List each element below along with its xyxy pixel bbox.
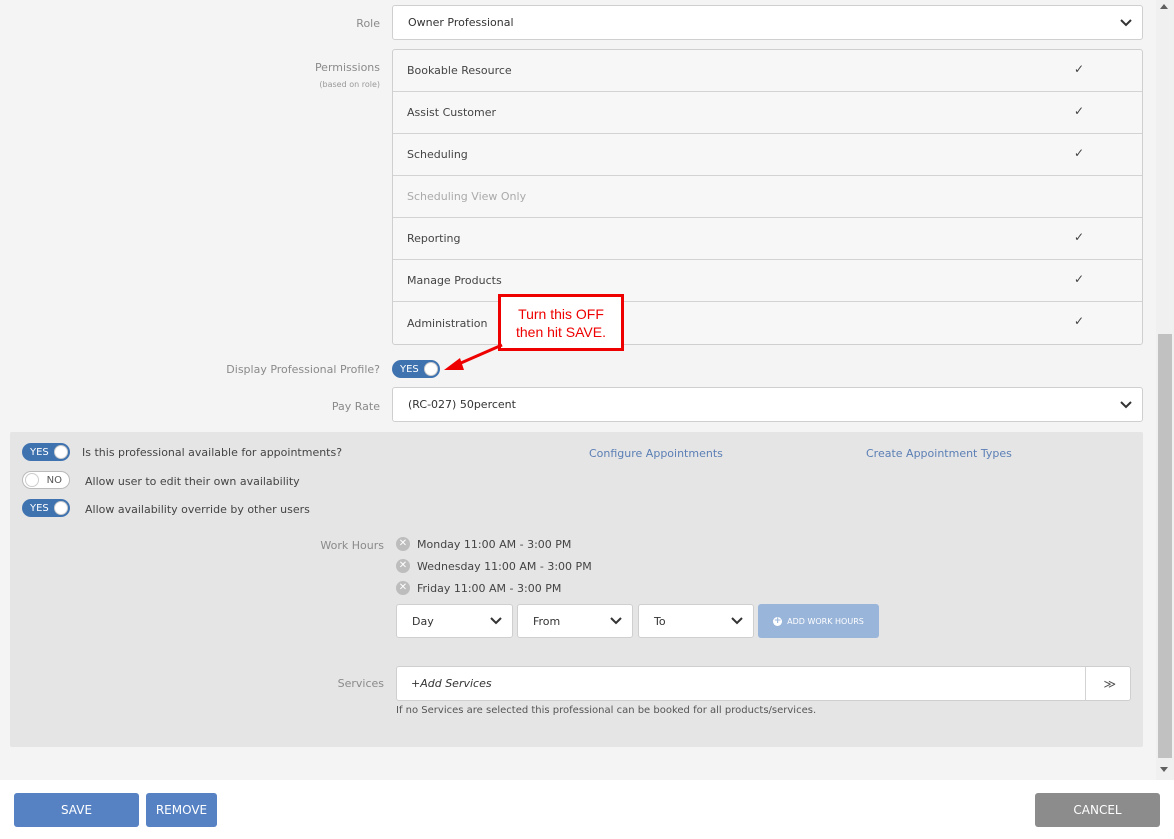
toggle-text: YES: [400, 363, 419, 375]
vertical-scrollbar[interactable]: [1156, 0, 1174, 780]
annotation-line-1: Turn this OFF: [518, 306, 604, 322]
toggle-knob: [25, 473, 39, 487]
permission-label: Administration: [407, 316, 488, 330]
create-appointment-types-link[interactable]: Create Appointment Types: [866, 447, 1012, 460]
add-work-hours-button[interactable]: + ADD WORK HOURS: [758, 604, 879, 638]
permission-label: Assist Customer: [407, 106, 497, 119]
chevron-down-icon: [731, 617, 743, 625]
double-chevron-down-icon[interactable]: ≫: [1103, 677, 1116, 691]
divider: [1085, 667, 1086, 700]
available-toggle[interactable]: YES: [22, 443, 70, 461]
day-select-value: Day: [412, 614, 434, 628]
override-label: Allow availability override by other use…: [85, 503, 310, 516]
chevron-down-icon: [1120, 400, 1132, 408]
configure-appointments-link[interactable]: Configure Appointments: [589, 447, 723, 460]
edit-availability-label: Allow user to edit their own availabilit…: [85, 475, 300, 488]
toggle-knob: [54, 501, 68, 515]
services-label: Services: [337, 677, 384, 690]
edit-availability-toggle[interactable]: NO: [22, 471, 70, 489]
display-profile-label: Display Professional Profile?: [226, 363, 380, 376]
annotation-callout: Turn this OFF then hit SAVE.: [498, 294, 624, 351]
form-content: Role Owner Professional Permissions (bas…: [0, 0, 1156, 780]
pay-rate-label: Pay Rate: [331, 400, 380, 413]
annotation-arrow-icon: [444, 343, 503, 370]
scroll-down-arrow-icon[interactable]: [1160, 767, 1168, 772]
to-select-value: To: [654, 614, 666, 628]
annotation-line-2: then hit SAVE.: [515, 324, 606, 340]
to-select[interactable]: To: [638, 604, 754, 638]
toggle-knob: [424, 362, 438, 376]
permission-label: Scheduling View Only: [407, 190, 527, 203]
services-input[interactable]: +Add Services ≫: [396, 666, 1131, 701]
work-hours-entry: Wednesday 11:00 AM - 3:00 PM: [417, 560, 592, 573]
permission-item[interactable]: Bookable Resource ✓: [393, 50, 1142, 92]
toggle-text: NO: [46, 474, 62, 486]
cancel-button[interactable]: CANCEL: [1035, 793, 1160, 827]
services-placeholder: +Add Services: [411, 677, 492, 690]
permission-item[interactable]: Reporting ✓: [393, 218, 1142, 260]
scrollbar-thumb[interactable]: [1158, 334, 1172, 758]
work-hours-label: Work Hours: [320, 539, 384, 552]
toggle-text: YES: [30, 446, 49, 458]
role-select[interactable]: Owner Professional: [392, 5, 1143, 40]
permission-label: Bookable Resource: [407, 64, 512, 77]
remove-button[interactable]: REMOVE: [146, 793, 217, 827]
work-hours-entry: Friday 11:00 AM - 3:00 PM: [417, 582, 562, 595]
permission-item[interactable]: Assist Customer ✓: [393, 92, 1142, 134]
chevron-down-icon: [490, 617, 502, 625]
checkmark-icon: ✓: [1073, 146, 1084, 160]
scroll-up-arrow-icon[interactable]: [1160, 4, 1168, 9]
add-work-hours-label: ADD WORK HOURS: [787, 616, 864, 626]
remove-work-hours-icon[interactable]: ✕: [396, 559, 410, 573]
permissions-label: Permissions (based on role): [315, 61, 380, 89]
toggle-text: YES: [30, 502, 49, 514]
save-button[interactable]: SAVE: [14, 793, 139, 827]
remove-work-hours-icon[interactable]: ✕: [396, 581, 410, 595]
override-toggle[interactable]: YES: [22, 499, 70, 517]
footer-bar: SAVE REMOVE CANCEL: [0, 780, 1174, 839]
permission-label: Manage Products: [407, 274, 502, 287]
work-hours-entry: Monday 11:00 AM - 3:00 PM: [417, 538, 572, 551]
permission-item[interactable]: Scheduling ✓: [393, 134, 1142, 176]
checkmark-icon: ✓: [1073, 104, 1084, 118]
permission-item[interactable]: Scheduling View Only: [393, 176, 1142, 218]
pay-rate-value: (RC-027) 50percent: [408, 398, 516, 411]
checkmark-icon: ✓: [1073, 230, 1084, 244]
chevron-down-icon: [610, 617, 622, 625]
pay-rate-select[interactable]: (RC-027) 50percent: [392, 387, 1143, 422]
role-label: Role: [356, 17, 380, 30]
day-select[interactable]: Day: [396, 604, 513, 638]
permission-label: Scheduling: [407, 148, 468, 161]
permissions-label-text: Permissions: [314, 61, 380, 74]
permissions-sublabel: (based on role): [319, 80, 380, 89]
plus-circle-icon: +: [773, 615, 783, 626]
display-profile-toggle[interactable]: YES: [392, 360, 440, 378]
remove-work-hours-icon[interactable]: ✕: [396, 537, 410, 551]
checkmark-icon: ✓: [1073, 314, 1084, 328]
available-label: Is this professional available for appoi…: [82, 446, 343, 459]
role-select-value: Owner Professional: [408, 16, 514, 29]
from-select[interactable]: From: [517, 604, 633, 638]
checkmark-icon: ✓: [1073, 272, 1084, 286]
permission-label: Reporting: [407, 232, 461, 245]
chevron-down-icon: [1120, 18, 1132, 26]
checkmark-icon: ✓: [1073, 62, 1084, 76]
services-hint: If no Services are selected this profess…: [396, 705, 817, 716]
toggle-knob: [54, 445, 68, 459]
from-select-value: From: [533, 614, 561, 628]
